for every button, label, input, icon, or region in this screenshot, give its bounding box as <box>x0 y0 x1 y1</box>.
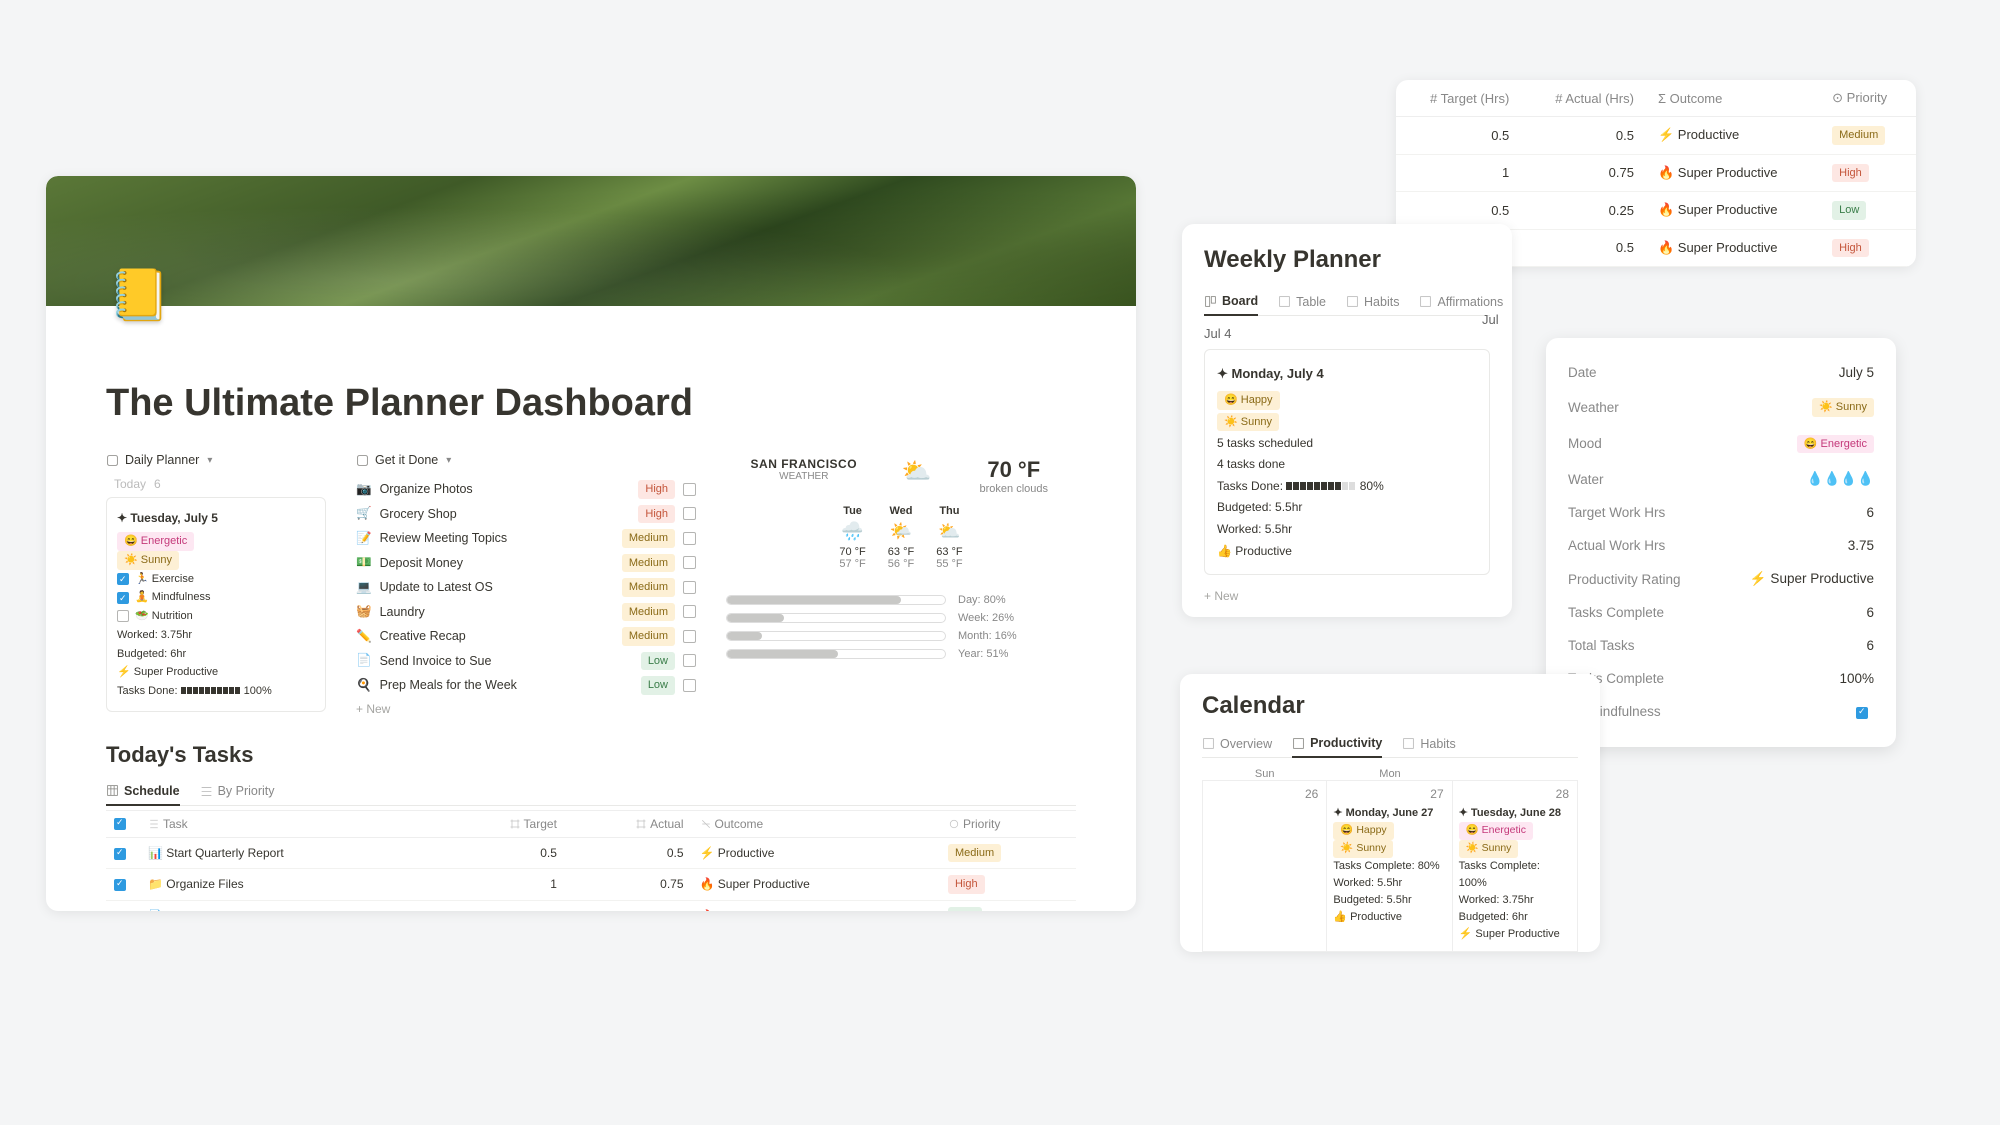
select-all-checkbox[interactable] <box>114 818 126 830</box>
forecast-day: Thu⛅63 °F55 °F <box>936 505 962 570</box>
tab-cal-habits[interactable]: Habits <box>1402 730 1455 757</box>
progress-row: Week: 26% <box>726 612 1076 624</box>
todo-row[interactable]: 💻Update to Latest OSMedium <box>356 575 696 600</box>
forecast-day: Wed🌤️63 °F56 °F <box>888 505 914 570</box>
calendar-cell[interactable]: 27 ✦ Monday, June 27 😄 Happy ☀️ Sunny Ta… <box>1327 780 1452 952</box>
daily-planner-col: Daily Planner Today6 ✦ Tuesday, July 5 😄… <box>106 453 326 716</box>
weather-now-temp: 70 °F <box>952 457 1077 483</box>
weather-sub: WEATHER <box>726 471 882 482</box>
detail-row: Mood😄 Energetic <box>1568 426 1874 463</box>
task-row[interactable]: 📄 Send Invoice to Sue0.50.25🔥 Super Prod… <box>106 900 1076 911</box>
today-header: Today6 <box>106 477 326 491</box>
weather-now-icon: ⛅ <box>902 457 932 495</box>
detail-row: Total Tasks6 <box>1568 629 1874 662</box>
get-it-done-dropdown[interactable]: Get it Done <box>356 453 696 467</box>
todo-row[interactable]: 💵Deposit MoneyMedium <box>356 551 696 576</box>
mini-row: 10.75🔥 Super ProductiveHigh <box>1396 154 1916 192</box>
cal-event[interactable]: ✦ Tuesday, June 28 😄 Energetic ☀️ Sunny … <box>1459 805 1571 943</box>
forecast-day: Tue🌧️70 °F57 °F <box>839 505 865 570</box>
tasks-table: Task Target Actual Outcome Priority 📊 St… <box>106 810 1076 912</box>
calendar-title: Calendar <box>1202 692 1578 720</box>
weekly-new-button[interactable]: + New <box>1204 585 1490 603</box>
todo-row[interactable]: 🍳Prep Meals for the WeekLow <box>356 673 696 698</box>
page-icon[interactable]: 📒 <box>108 266 170 325</box>
cover-image <box>46 176 1136 306</box>
todo-row[interactable]: 📷Organize PhotosHigh <box>356 477 696 502</box>
weekly-day-card[interactable]: ✦ Monday, July 4 😄 Happy ☀️ Sunny 5 task… <box>1204 349 1490 575</box>
stat-worked: Worked: 3.75hr <box>117 626 315 645</box>
day-card[interactable]: ✦ Tuesday, July 5 😄 Energetic ☀️ Sunny 🏃… <box>106 497 326 712</box>
weekly-day-label: Jul 4 <box>1204 326 1490 341</box>
weekly-next-day: Jul <box>1482 302 1522 335</box>
progress-row: Year: 51% <box>726 648 1076 660</box>
calendar-cell[interactable]: 28 ✦ Tuesday, June 28 😄 Energetic ☀️ Sun… <box>1453 780 1578 952</box>
weather-tag: ☀️ Sunny <box>117 551 179 570</box>
weather-now-cond: broken clouds <box>952 483 1077 495</box>
todo-row[interactable]: 📝Review Meeting TopicsMedium <box>356 526 696 551</box>
todo-checkbox[interactable] <box>683 556 696 569</box>
detail-row: Actual Work Hrs3.75 <box>1568 529 1874 562</box>
todays-tasks-heading: Today's Tasks <box>106 742 1076 768</box>
day-card-title: ✦ Tuesday, July 5 <box>117 508 315 528</box>
get-it-done-col: Get it Done 📷Organize PhotosHigh🛒Grocery… <box>356 453 696 716</box>
detail-row: Weather☀️ Sunny <box>1568 389 1874 426</box>
calendar-panel: Calendar Overview Productivity Habits Su… <box>1180 674 1600 952</box>
habit-row[interactable]: 🧘 Mindfulness <box>117 588 315 607</box>
todo-row[interactable]: 🛒Grocery ShopHigh <box>356 502 696 527</box>
todo-checkbox[interactable] <box>683 679 696 692</box>
stat-budgeted: Budgeted: 6hr <box>117 645 315 664</box>
main-dashboard: The Ultimate Planner Dashboard Daily Pla… <box>46 176 1136 911</box>
todo-checkbox[interactable] <box>683 581 696 594</box>
calendar-cell[interactable]: 26 <box>1202 780 1327 952</box>
todo-row[interactable]: ✏️Creative RecapMedium <box>356 624 696 649</box>
detail-row: Productivity Rating⚡ Super Productive <box>1568 562 1874 596</box>
habit-row[interactable]: 🏃 Exercise <box>117 570 315 589</box>
todo-row[interactable]: 🧺LaundryMedium <box>356 600 696 625</box>
tab-board[interactable]: Board <box>1204 288 1258 316</box>
progress-row: Day: 80% <box>726 594 1076 606</box>
weekly-tabs: Board Table Habits Affirmations <box>1204 288 1490 316</box>
todo-checkbox[interactable] <box>683 630 696 643</box>
page-title: The Ultimate Planner Dashboard <box>106 382 1076 425</box>
tab-schedule[interactable]: Schedule <box>106 778 180 806</box>
todo-checkbox[interactable] <box>683 483 696 496</box>
progress-row: Month: 16% <box>726 630 1076 642</box>
weekly-title: Weekly Planner <box>1204 246 1490 274</box>
task-row[interactable]: 📁 Organize Files10.75🔥 Super ProductiveH… <box>106 869 1076 901</box>
daily-planner-dropdown[interactable]: Daily Planner <box>106 453 326 467</box>
todo-checkbox[interactable] <box>683 507 696 520</box>
weekly-planner-panel: Weekly Planner Board Table Habits Affirm… <box>1182 224 1512 617</box>
calendar-tabs: Overview Productivity Habits <box>1202 730 1578 758</box>
tab-habits[interactable]: Habits <box>1346 288 1399 315</box>
todo-checkbox[interactable] <box>683 654 696 667</box>
detail-row: 🧘 Mindfulness <box>1568 695 1874 729</box>
weather-city: SAN FRANCISCO <box>726 457 882 471</box>
detail-row: Water💧💧💧💧 <box>1568 462 1874 496</box>
detail-row: Tasks Complete100% <box>1568 662 1874 695</box>
tab-by-priority[interactable]: By Priority <box>200 778 275 805</box>
todo-row[interactable]: 📄Send Invoice to SueLow <box>356 649 696 674</box>
tab-productivity[interactable]: Productivity <box>1292 730 1382 758</box>
habit-row[interactable]: 🥗 Nutrition <box>117 607 315 626</box>
stat-tasksdone: Tasks Done: 100% <box>117 682 315 701</box>
tab-table[interactable]: Table <box>1278 288 1326 315</box>
task-tabs: Schedule By Priority <box>106 778 1076 806</box>
detail-row: DateJuly 5 <box>1568 356 1874 389</box>
todo-checkbox[interactable] <box>683 605 696 618</box>
task-row[interactable]: 📊 Start Quarterly Report0.50.5⚡ Producti… <box>106 837 1076 869</box>
mood-tag: 😄 Energetic <box>117 532 194 551</box>
weather-col: SAN FRANCISCO WEATHER ⛅ 70 °F broken clo… <box>726 453 1076 716</box>
tab-overview[interactable]: Overview <box>1202 730 1272 757</box>
stat-rating: ⚡ Super Productive <box>117 663 315 682</box>
cal-event[interactable]: ✦ Monday, June 27 😄 Happy ☀️ Sunny Tasks… <box>1333 805 1445 926</box>
mini-row: 0.50.5⚡ ProductiveMedium <box>1396 117 1916 155</box>
detail-row: Target Work Hrs6 <box>1568 496 1874 529</box>
detail-row: Tasks Complete6 <box>1568 596 1874 629</box>
todo-checkbox[interactable] <box>683 532 696 545</box>
new-task-button[interactable]: + New <box>356 698 696 716</box>
